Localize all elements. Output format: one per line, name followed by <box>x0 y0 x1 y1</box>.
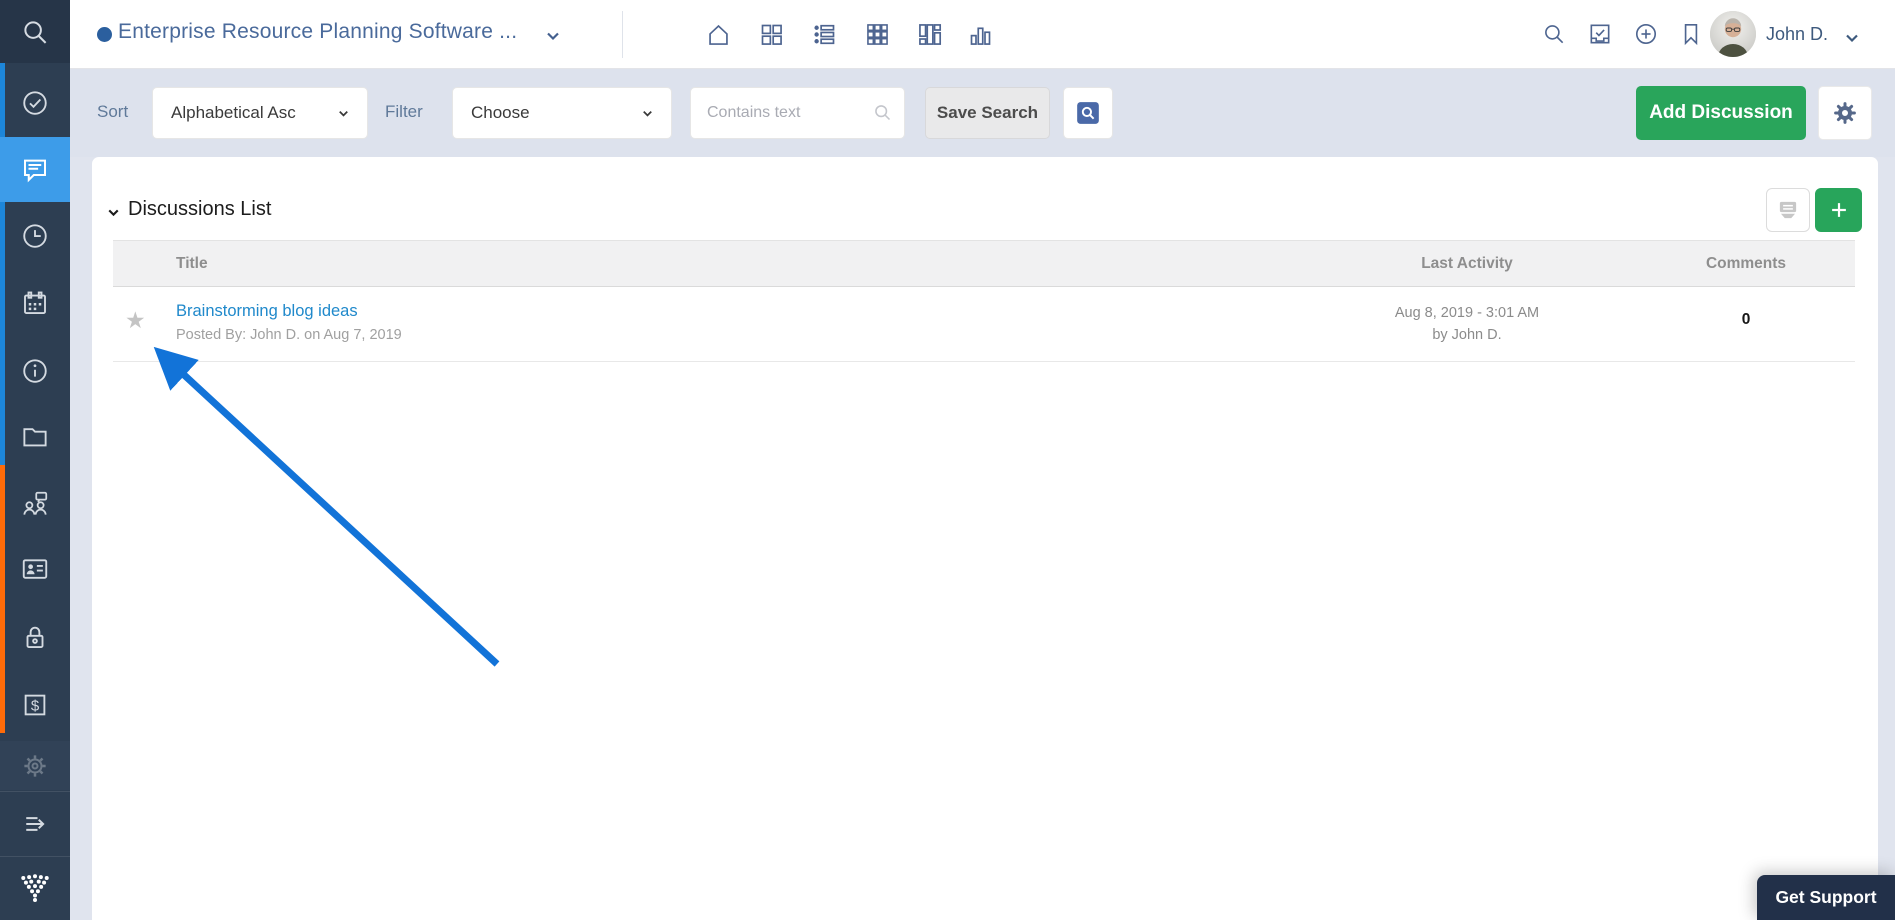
avatar-photo <box>1710 11 1756 57</box>
home-icon <box>708 24 728 45</box>
message-tray-icon <box>1779 201 1797 219</box>
calendar-icon <box>24 291 46 314</box>
sidebar-item-search[interactable] <box>0 0 70 63</box>
sidebar-item-info[interactable] <box>0 339 70 403</box>
sidebar: $ <box>0 0 70 920</box>
last-activity-date: Aug 8, 2019 - 3:01 AM <box>1394 305 1540 321</box>
top-bar: Enterprise Resource Planning Software ..… <box>70 0 1895 69</box>
gear-icon <box>24 754 46 777</box>
sidebar-collapse-button[interactable] <box>0 794 70 854</box>
sidebar-logo[interactable] <box>0 858 70 918</box>
discussions-list-heading: Discussions List <box>128 198 272 220</box>
sort-dropdown[interactable]: Alphabetical Asc <box>152 87 368 139</box>
sidebar-item-discussions[interactable] <box>0 137 70 202</box>
dollar-icon: $ <box>24 694 46 716</box>
sidebar-item-permissions[interactable] <box>0 605 70 669</box>
table-header: Title Last Activity Comments <box>113 240 1855 287</box>
task-check-icon <box>1590 24 1610 44</box>
sort-label: Sort <box>97 102 129 121</box>
discussions-card: Discussions List Title Last Activity Com… <box>92 157 1878 920</box>
sidebar-item-workload[interactable] <box>0 472 70 536</box>
contains-text-wrap <box>690 87 905 139</box>
sidebar-item-expenses[interactable]: $ <box>0 673 70 737</box>
svg-text:$: $ <box>31 697 40 714</box>
sidebar-divider <box>0 856 70 857</box>
sidebar-item-contacts[interactable] <box>0 537 70 601</box>
nav-grid-small-button[interactable] <box>855 12 899 56</box>
sidebar-item-time[interactable] <box>0 204 70 268</box>
column-header-title[interactable]: Title <box>176 255 208 273</box>
bookmark-icon <box>1684 23 1698 46</box>
workspace-chevron-icon[interactable] <box>543 26 563 46</box>
user-menu-chevron-icon[interactable] <box>1842 28 1862 48</box>
board-columns-icon <box>918 23 941 45</box>
nav-reports-button[interactable] <box>958 12 1002 56</box>
filter-dropdown[interactable]: Choose <box>452 87 672 139</box>
nav-board-view-button[interactable] <box>907 12 951 56</box>
save-search-button[interactable]: Save Search <box>925 87 1050 139</box>
topbar-add-button[interactable] <box>1626 14 1666 54</box>
filter-label: Filter <box>385 102 423 121</box>
comment-icon <box>24 159 46 182</box>
people-chat-icon <box>23 491 48 515</box>
topbar-tasks-button[interactable] <box>1580 14 1620 54</box>
search-icon <box>1545 25 1564 44</box>
grid-2x2-icon <box>761 24 782 45</box>
settings-button[interactable] <box>1818 86 1872 140</box>
gear-icon <box>1834 102 1856 124</box>
clock-icon <box>23 224 47 248</box>
nav-grid-view-button[interactable] <box>749 12 793 56</box>
discussion-last-activity: Aug 8, 2019 - 3:01 AM by John D. <box>1367 302 1567 347</box>
topbar-bookmarks-button[interactable] <box>1671 14 1711 54</box>
user-name[interactable]: John D. <box>1766 24 1828 45</box>
avatar[interactable] <box>1710 11 1756 57</box>
plus-circle-icon <box>1635 23 1657 45</box>
check-circle-icon <box>23 91 47 115</box>
nav-list-view-button[interactable] <box>802 12 846 56</box>
saved-search-icon <box>1077 102 1099 124</box>
discussion-posted-by: Posted By: John D. on Aug 7, 2019 <box>176 327 402 343</box>
discussion-title-link[interactable]: Brainstorming blog ideas <box>176 302 358 321</box>
topbar-divider <box>622 11 623 58</box>
add-discussion-plus-button[interactable] <box>1815 188 1862 232</box>
table-row[interactable]: ★ Brainstorming blog ideas Posted By: Jo… <box>113 287 1855 362</box>
last-activity-author: by John D. <box>1432 327 1502 344</box>
discussion-comment-count: 0 <box>1741 311 1751 328</box>
sidebar-item-calendar[interactable] <box>0 271 70 335</box>
saved-searches-button[interactable] <box>1063 87 1113 139</box>
grid-3x3-icon <box>866 23 888 45</box>
chevron-down-icon <box>640 106 655 121</box>
workspace-title[interactable]: Enterprise Resource Planning Software ..… <box>118 20 517 44</box>
contains-text-input[interactable] <box>690 87 905 139</box>
sidebar-divider <box>0 791 70 792</box>
filter-bar: Sort Alphabetical Asc Filter Choose Save… <box>70 69 1895 157</box>
star-icon[interactable]: ★ <box>125 309 146 332</box>
topbar-search-button[interactable] <box>1534 14 1574 54</box>
plus-icon <box>1831 203 1846 217</box>
column-header-last-activity[interactable]: Last Activity <box>1367 255 1567 273</box>
workspace-dot-icon <box>97 27 112 42</box>
collapse-arrow-icon <box>26 817 45 831</box>
contact-card-icon <box>22 559 48 579</box>
bar-chart-icon <box>970 26 990 45</box>
lock-icon <box>26 626 44 648</box>
sort-dropdown-value: Alphabetical Asc <box>171 103 296 122</box>
column-header-comments[interactable]: Comments <box>1666 255 1826 273</box>
add-discussion-button[interactable]: Add Discussion <box>1636 86 1806 140</box>
chevron-down-icon <box>336 106 351 121</box>
get-support-button[interactable]: Get Support <box>1757 875 1895 920</box>
search-icon <box>24 20 47 44</box>
sidebar-item-tasks[interactable] <box>0 71 70 135</box>
collapse-chevron-icon[interactable] <box>105 204 122 221</box>
info-circle-icon <box>23 359 47 383</box>
sidebar-item-settings[interactable] <box>0 741 70 790</box>
workzone-logo-icon <box>21 874 49 902</box>
filter-dropdown-value: Choose <box>471 103 530 122</box>
nav-home-button[interactable] <box>696 12 740 56</box>
discussion-feed-button[interactable] <box>1766 188 1810 232</box>
folder-icon <box>23 428 47 447</box>
list-view-icon <box>813 24 834 44</box>
sidebar-item-files[interactable] <box>0 404 70 468</box>
